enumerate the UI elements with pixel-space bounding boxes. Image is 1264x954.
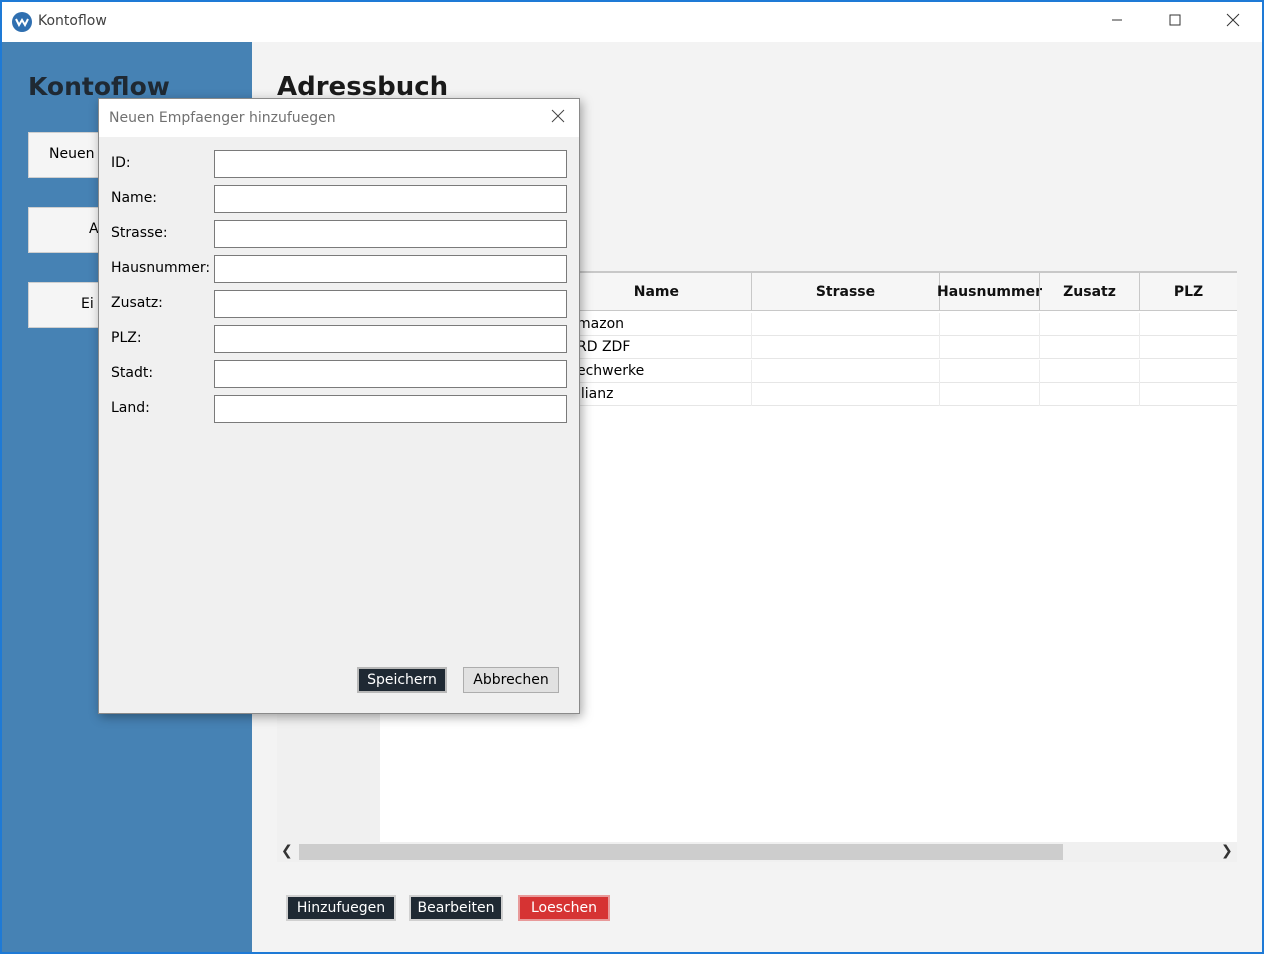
cell-zusatz [1039,360,1139,383]
scroll-right-icon[interactable]: ❯ [1221,843,1233,859]
cell-zusatz [1039,383,1139,406]
cell-name: RD ZDF [577,339,631,355]
cell-zusatz [1039,313,1139,336]
land-label: Land: [111,400,150,416]
strasse-label: Strasse: [111,225,168,241]
dialog-close-button[interactable] [543,105,573,131]
cell-hausnummer [939,383,1039,406]
name-label: Name: [111,190,158,206]
stadt-label: Stadt: [111,365,154,381]
stadt-field[interactable] [214,360,567,388]
cell-hausnummer [939,313,1039,336]
maximize-icon [1169,14,1181,30]
dialog-titlebar[interactable]: Neuen Empfaenger hinzufuegen [99,99,579,137]
add-button[interactable]: Hinzufuegen [286,895,396,921]
cell-name: llianz [577,386,614,402]
zusatz-field[interactable] [214,290,567,318]
cell-plz [1139,336,1237,359]
minimize-icon [1111,14,1123,30]
close-icon [551,109,565,127]
cell-plz [1139,313,1237,336]
column-header-plz[interactable]: PLZ [1139,273,1237,311]
close-icon [1226,13,1240,31]
cell-strasse [751,336,939,359]
cell-name: echwerke [577,363,645,379]
cell-strasse [751,360,939,383]
cell-hausnummer [939,360,1039,383]
plz-field[interactable] [214,325,567,353]
window-titlebar[interactable]: Kontoflow [2,2,1262,42]
window-title: Kontoflow [38,13,107,29]
sidebar-brand: Kontoflow [28,72,170,101]
close-window-button[interactable] [1204,2,1262,42]
cell-name: mazon [577,316,625,332]
zusatz-label: Zusatz: [111,295,163,311]
id-field[interactable] [214,150,567,178]
dialog-title: Neuen Empfaenger hinzufuegen [109,110,336,126]
cell-zusatz [1039,336,1139,359]
maximize-button[interactable] [1146,2,1204,42]
scrollbar-thumb[interactable] [299,844,1063,860]
name-field[interactable] [214,185,567,213]
hausnummer-label: Hausnummer: [111,260,211,276]
id-label: ID: [111,155,131,171]
cell-hausnummer [939,336,1039,359]
cancel-button[interactable]: Abbrechen [463,667,559,693]
column-header-strasse[interactable]: Strasse [751,273,939,311]
horizontal-scrollbar[interactable]: ❮ ❯ [277,842,1237,862]
plz-label: PLZ: [111,330,142,346]
land-field[interactable] [214,395,567,423]
strasse-field[interactable] [214,220,567,248]
scroll-left-icon[interactable]: ❮ [281,843,293,859]
edit-button[interactable]: Bearbeiten [409,895,503,921]
cell-strasse [751,383,939,406]
app-logo-icon [12,12,32,32]
column-header-hausnummer[interactable]: Hausnummer [937,273,1042,311]
save-button[interactable]: Speichern [357,667,447,693]
cell-plz [1139,360,1237,383]
minimize-button[interactable] [1088,2,1146,42]
hausnummer-field[interactable] [214,255,567,283]
cell-plz [1139,383,1237,406]
column-header-zusatz[interactable]: Zusatz [1039,273,1139,311]
add-recipient-dialog: Neuen Empfaenger hinzufuegen ID: Name: S… [98,98,580,714]
app-window: Kontoflow Kontoflow Neuen A Ei Adressbuc… [0,0,1264,954]
cell-strasse [751,313,939,336]
delete-button[interactable]: Loeschen [518,895,610,921]
